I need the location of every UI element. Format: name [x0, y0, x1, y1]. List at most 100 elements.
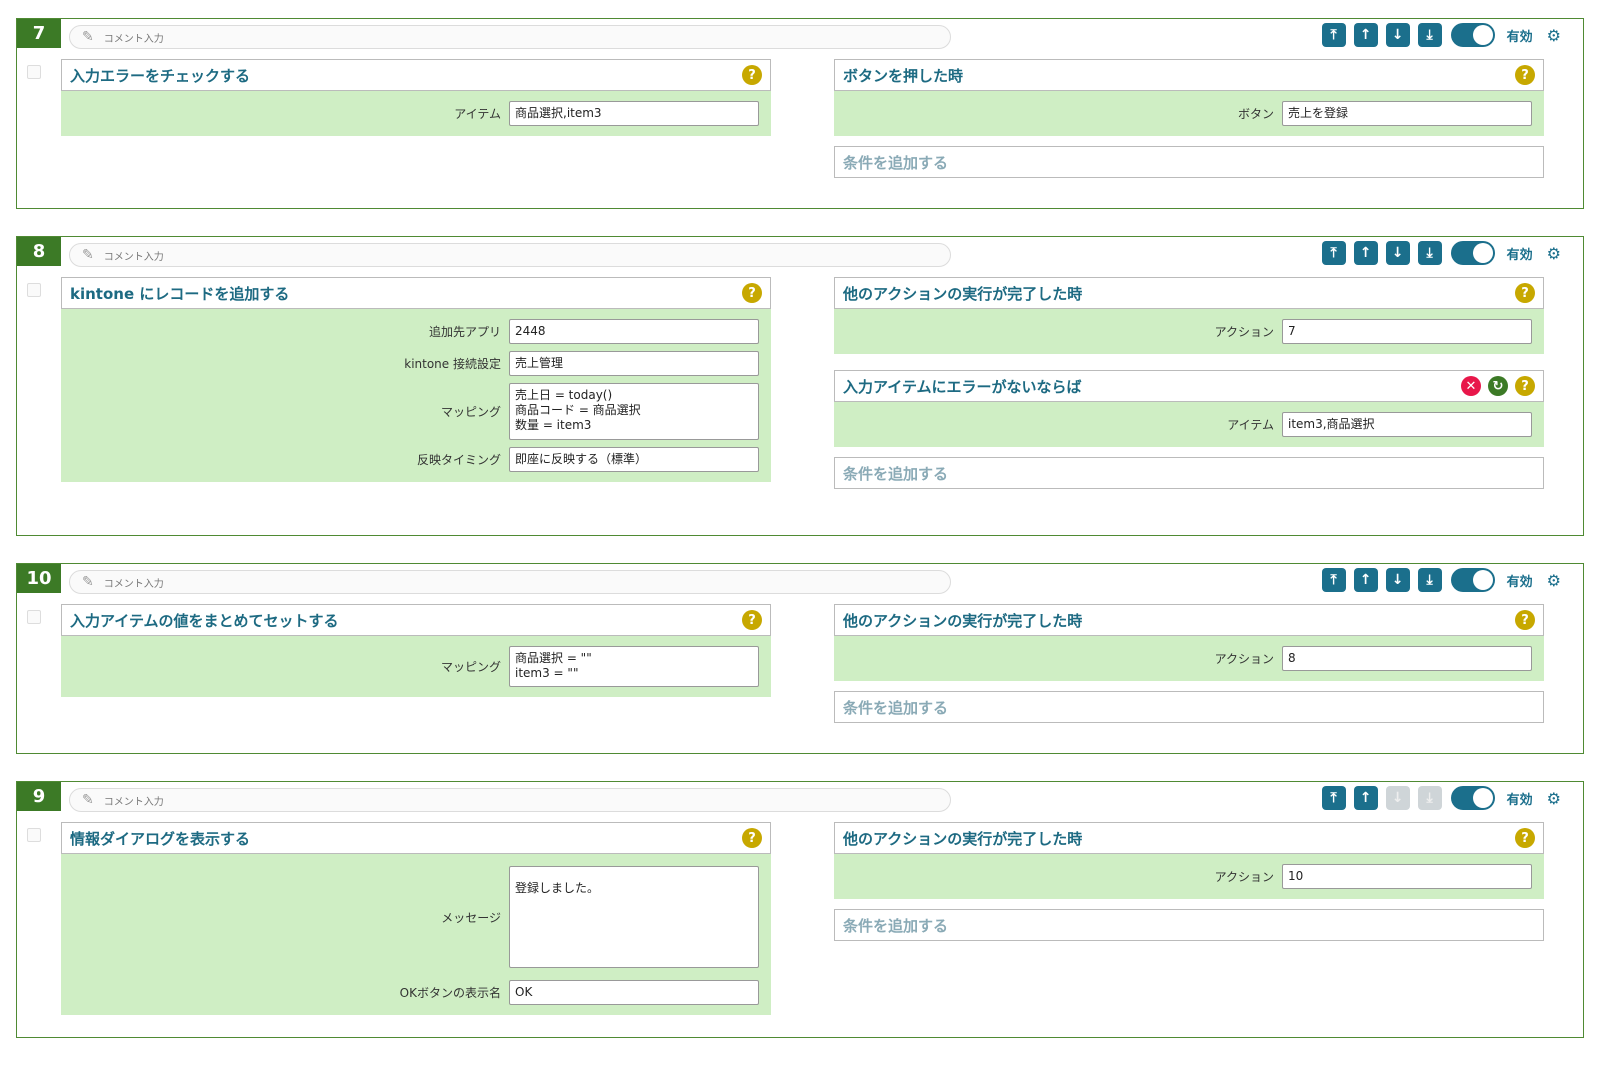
field-input[interactable]: 売上管理: [509, 351, 759, 376]
comment-input[interactable]: ✎ コメント入力: [69, 25, 951, 49]
move-top-button[interactable]: ⤒: [1321, 23, 1346, 47]
field-label: ボタン: [1237, 107, 1274, 121]
select-checkbox[interactable]: [27, 610, 41, 624]
field-input[interactable]: 7: [1282, 319, 1532, 344]
message-textarea[interactable]: 登録しました。: [509, 866, 759, 968]
action-title: 入力アイテムの値をまとめてセットする: [70, 611, 339, 630]
move-down-button[interactable]: ↓: [1385, 241, 1410, 265]
action-block-10: 10 ✎ コメント入力 ⤒ ↑ ↓ ⤓ 有効 ⚙ 入力アイテムの値をまとめてセッ…: [16, 563, 1584, 754]
move-bottom-button[interactable]: ⤓: [1417, 23, 1442, 47]
comment-input[interactable]: ✎ コメント入力: [69, 788, 951, 812]
field-label: マッピング: [440, 405, 501, 419]
comment-input[interactable]: ✎ コメント入力: [69, 570, 951, 594]
move-top-button[interactable]: ⤒: [1321, 241, 1346, 265]
comment-input[interactable]: ✎ コメント入力: [69, 243, 951, 267]
enabled-toggle[interactable]: [1450, 23, 1495, 47]
field-row: アイテム 商品選択,item3: [61, 101, 759, 126]
action-panel: 入力アイテムの値をまとめてセットする ? マッピング 商品選択 = "" ite…: [61, 604, 771, 697]
condition-header[interactable]: 他のアクションの実行が完了した時 ?: [834, 277, 1544, 309]
action-fields: アイテム 商品選択,item3: [61, 91, 771, 136]
action-title: 入力エラーをチェックする: [70, 66, 251, 85]
refresh-icon[interactable]: ↻: [1488, 376, 1508, 396]
condition-header[interactable]: ボタンを押した時 ?: [834, 59, 1544, 91]
condition-header[interactable]: 他のアクションの実行が完了した時 ?: [834, 822, 1544, 854]
help-icon[interactable]: ?: [742, 65, 762, 85]
help-icon[interactable]: ?: [1515, 65, 1535, 85]
add-condition-button[interactable]: 条件を追加する: [834, 146, 1544, 178]
move-up-button[interactable]: ↑: [1353, 23, 1378, 47]
action-header[interactable]: 情報ダイアログを表示する ?: [61, 822, 771, 854]
block-number: 8: [17, 237, 61, 266]
enabled-label: 有効: [1506, 574, 1533, 590]
action-header[interactable]: kintone にレコードを追加する ?: [61, 277, 771, 309]
action-panel: 入力エラーをチェックする ? アイテム 商品選択,item3: [61, 59, 771, 136]
enabled-toggle[interactable]: [1450, 786, 1495, 810]
action-panel: kintone にレコードを追加する ? 追加先アプリ 2448 kintone…: [61, 277, 771, 482]
field-input[interactable]: 2448: [509, 319, 759, 344]
enabled-toggle[interactable]: [1450, 568, 1495, 592]
delete-condition-icon[interactable]: ✕: [1461, 376, 1481, 396]
add-condition-button[interactable]: 条件を追加する: [834, 457, 1544, 489]
move-down-button[interactable]: ↓: [1385, 23, 1410, 47]
move-up-button[interactable]: ↑: [1353, 568, 1378, 592]
field-select[interactable]: 即座に反映する（標準）: [509, 447, 759, 472]
move-top-button[interactable]: ⤒: [1321, 786, 1346, 810]
field-row: 反映タイミング 即座に反映する（標準）: [61, 447, 759, 472]
condition-header[interactable]: 他のアクションの実行が完了した時 ?: [834, 604, 1544, 636]
gear-icon[interactable]: ⚙: [1547, 571, 1561, 590]
enabled-toggle[interactable]: [1450, 241, 1495, 265]
help-icon[interactable]: ?: [1515, 283, 1535, 303]
field-label: アイテム: [454, 107, 501, 121]
condition-title: ボタンを押した時: [843, 66, 964, 85]
help-icon[interactable]: ?: [1515, 376, 1535, 396]
help-icon[interactable]: ?: [742, 828, 762, 848]
action-title: kintone にレコードを追加する: [70, 284, 290, 303]
action-header[interactable]: 入力アイテムの値をまとめてセットする ?: [61, 604, 771, 636]
field-input[interactable]: 10: [1282, 864, 1532, 889]
select-checkbox[interactable]: [27, 283, 41, 297]
condition-fields: アクション 8: [834, 636, 1544, 681]
field-input[interactable]: 売上を登録: [1282, 101, 1532, 126]
field-row: アクション 8: [834, 646, 1532, 671]
field-label: アクション: [1214, 870, 1274, 884]
gear-icon[interactable]: ⚙: [1547, 244, 1561, 263]
mapping-textarea[interactable]: 商品選択 = "" item3 = "": [509, 646, 759, 687]
condition-header[interactable]: 入力アイテムにエラーがないならば ✕ ↻ ?: [834, 370, 1544, 402]
move-bottom-button[interactable]: ⤓: [1417, 568, 1442, 592]
condition-title: 他のアクションの実行が完了した時: [843, 829, 1083, 848]
enabled-label: 有効: [1506, 29, 1533, 45]
add-condition-button[interactable]: 条件を追加する: [834, 691, 1544, 723]
move-top-button[interactable]: ⤒: [1321, 568, 1346, 592]
add-condition-button[interactable]: 条件を追加する: [834, 909, 1544, 941]
move-bottom-button: ⤓: [1417, 786, 1442, 810]
condition-panel: ボタンを押した時 ? ボタン 売上を登録 条件を追加する: [834, 59, 1544, 178]
help-icon[interactable]: ?: [1515, 828, 1535, 848]
field-input[interactable]: OK: [509, 980, 759, 1005]
field-input[interactable]: 商品選択,item3: [509, 101, 759, 126]
select-checkbox[interactable]: [27, 65, 41, 79]
move-up-button[interactable]: ↑: [1353, 786, 1378, 810]
field-label: マッピング: [440, 660, 501, 674]
action-header[interactable]: 入力エラーをチェックする ?: [61, 59, 771, 91]
select-checkbox[interactable]: [27, 828, 41, 842]
move-bottom-button[interactable]: ⤓: [1417, 241, 1442, 265]
field-input[interactable]: 8: [1282, 646, 1532, 671]
field-row: OKボタンの表示名 OK: [61, 980, 759, 1005]
block-controls: ⤒ ↑ ↓ ⤓ 有効 ⚙: [1321, 241, 1561, 265]
help-icon[interactable]: ?: [742, 610, 762, 630]
pencil-icon: ✎: [82, 29, 94, 45]
gear-icon[interactable]: ⚙: [1547, 789, 1561, 808]
move-up-button[interactable]: ↑: [1353, 241, 1378, 265]
field-input[interactable]: item3,商品選択: [1282, 412, 1532, 437]
help-icon[interactable]: ?: [742, 283, 762, 303]
comment-placeholder: コメント入力: [103, 251, 164, 263]
action-block-9: 9 ✎ コメント入力 ⤒ ↑ ↓ ⤓ 有効 ⚙ 情報ダイアログを表示する ? メ…: [16, 781, 1584, 1038]
mapping-textarea[interactable]: 売上日 = today() 商品コード = 商品選択 数量 = item3: [509, 383, 759, 440]
field-label: アクション: [1214, 652, 1274, 666]
move-down-button[interactable]: ↓: [1385, 568, 1410, 592]
block-number: 9: [17, 782, 61, 811]
field-label: kintone 接続設定: [404, 357, 501, 371]
help-icon[interactable]: ?: [1515, 610, 1535, 630]
condition-fields: アイテム item3,商品選択: [834, 402, 1544, 447]
gear-icon[interactable]: ⚙: [1547, 26, 1561, 45]
